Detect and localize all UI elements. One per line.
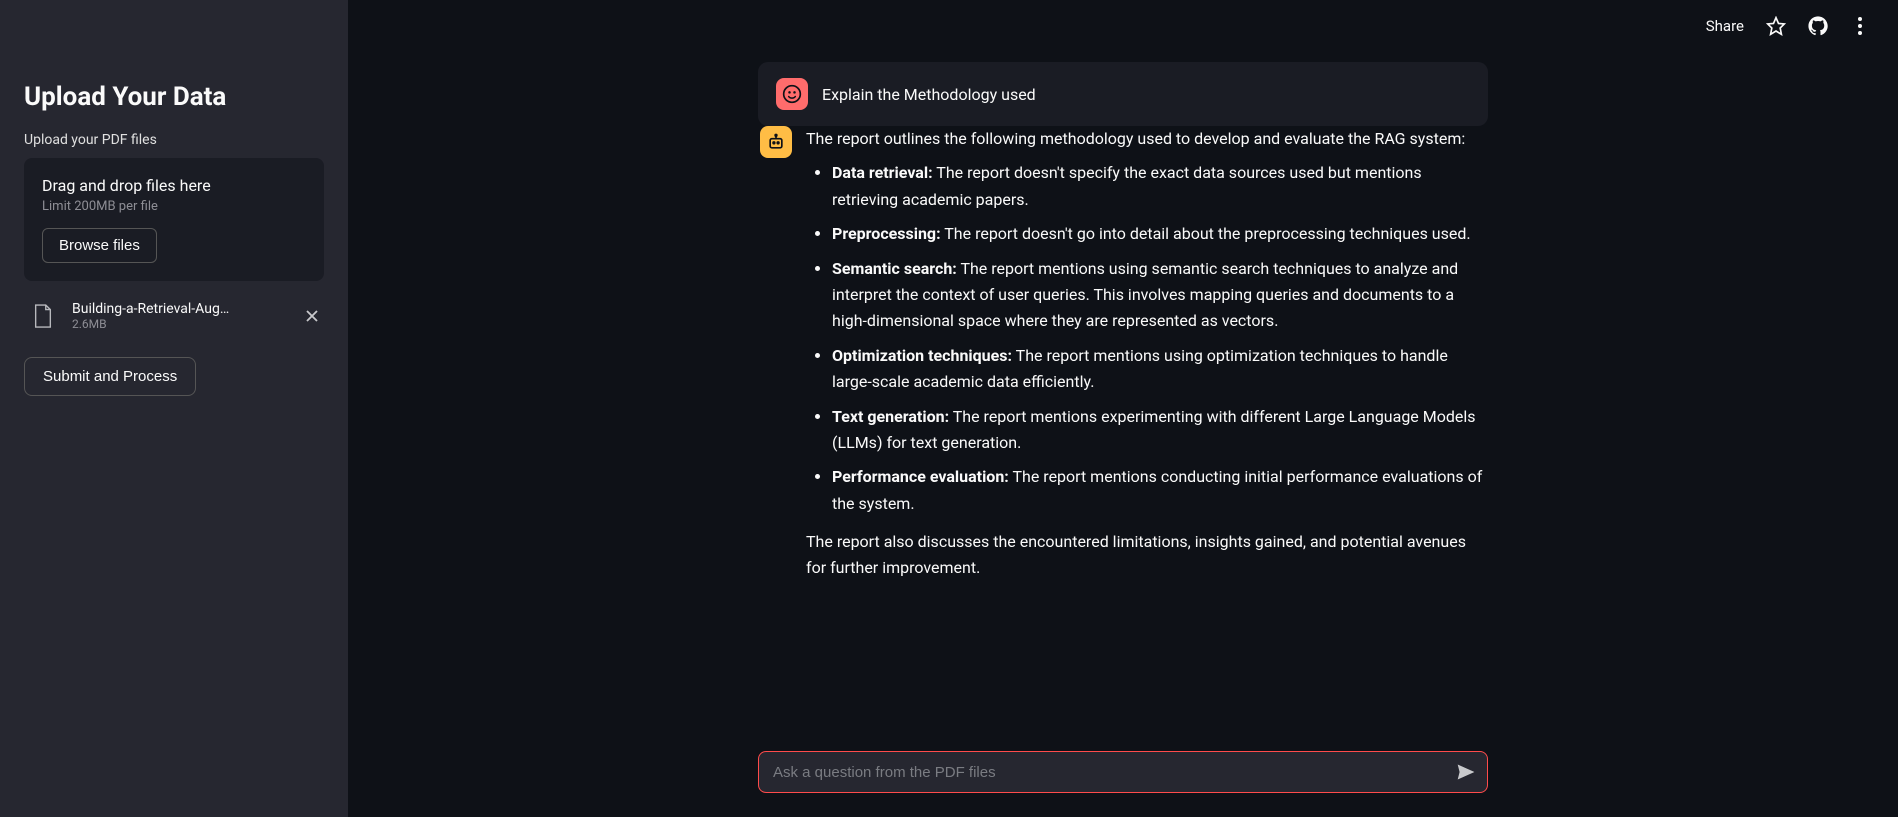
list-item: Performance evaluation: The report menti… bbox=[832, 464, 1486, 517]
chat-area: Explain the Methodology used The report … bbox=[758, 0, 1488, 590]
sidebar-title: Upload Your Data bbox=[24, 82, 324, 112]
file-dropzone[interactable]: Drag and drop files here Limit 200MB per… bbox=[24, 158, 324, 281]
list-item: Text generation: The report mentions exp… bbox=[832, 404, 1486, 457]
send-icon[interactable] bbox=[1455, 761, 1477, 783]
list-item: Data retrieval: The report doesn't speci… bbox=[832, 160, 1486, 213]
kebab-menu-icon[interactable] bbox=[1850, 16, 1870, 36]
sidebar-subtitle: Upload your PDF files bbox=[24, 132, 324, 148]
uploaded-file-size: 2.6MB bbox=[72, 317, 300, 331]
list-item: Semantic search: The report mentions usi… bbox=[832, 256, 1486, 335]
dropzone-limit: Limit 200MB per file bbox=[42, 199, 306, 214]
file-icon bbox=[24, 303, 62, 329]
bot-intro-text: The report outlines the following method… bbox=[806, 126, 1486, 152]
bot-outro-text: The report also discusses the encountere… bbox=[806, 529, 1486, 582]
star-icon[interactable] bbox=[1766, 16, 1786, 36]
github-icon[interactable] bbox=[1808, 16, 1828, 36]
main-area: Share Explain the Methodology used The r… bbox=[348, 0, 1898, 817]
topbar: Share bbox=[1706, 16, 1870, 36]
user-avatar-icon bbox=[776, 78, 808, 110]
user-message: Explain the Methodology used bbox=[758, 62, 1488, 126]
uploaded-file-name: Building-a-Retrieval-Aug… bbox=[72, 301, 252, 317]
list-item: Preprocessing: The report doesn't go int… bbox=[832, 221, 1486, 247]
browse-files-button[interactable]: Browse files bbox=[42, 228, 157, 263]
sidebar: Upload Your Data Upload your PDF files D… bbox=[0, 0, 348, 817]
chat-input[interactable] bbox=[773, 764, 1455, 781]
bot-message: The report outlines the following method… bbox=[758, 126, 1488, 590]
share-button[interactable]: Share bbox=[1706, 17, 1744, 35]
submit-process-button[interactable]: Submit and Process bbox=[24, 357, 196, 396]
list-item: Optimization techniques: The report ment… bbox=[832, 343, 1486, 396]
remove-file-button[interactable] bbox=[300, 304, 324, 328]
dropzone-title: Drag and drop files here bbox=[42, 176, 306, 195]
uploaded-file-row: Building-a-Retrieval-Aug… 2.6MB bbox=[24, 297, 324, 335]
methodology-list: Data retrieval: The report doesn't speci… bbox=[806, 160, 1486, 517]
chat-input-bar bbox=[758, 751, 1488, 793]
user-message-text: Explain the Methodology used bbox=[822, 85, 1036, 104]
bot-message-content: The report outlines the following method… bbox=[806, 126, 1486, 590]
bot-avatar-icon bbox=[760, 126, 792, 158]
